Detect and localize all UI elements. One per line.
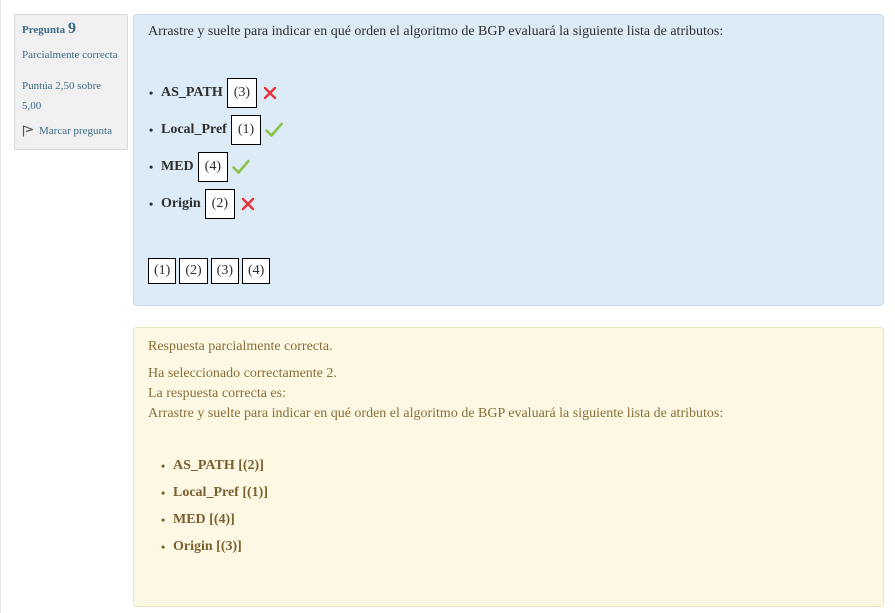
question-formulation: Arrastre y suelte para indicar en qué or…: [133, 14, 884, 306]
drag-choice-4[interactable]: (4): [241, 258, 271, 284]
flag-question-label: Marcar pregunta: [39, 125, 112, 137]
answer-text: Local_Pref [(1)]: [173, 485, 268, 500]
grade-line-2: 5,00: [22, 100, 42, 112]
question-page: Pregunta 9 Parcialmente correcta Puntúa …: [0, 0, 895, 613]
drag-choice-1[interactable]: (1): [148, 258, 177, 284]
feedback-summary: Respuesta parcialmente correcta.: [148, 339, 333, 354]
check-icon: [265, 121, 283, 139]
answer-text: MED [(4)]: [173, 512, 235, 527]
list-item-med: • MED (4): [149, 151, 283, 183]
question-word: Pregunta: [22, 24, 66, 36]
question-grade: Puntúa 2,50 sobre 5,00: [22, 76, 120, 116]
cross-icon: [239, 195, 257, 213]
answer-text: Origin [(3)]: [173, 539, 242, 554]
list-item: • AS_PATH [(2)]: [161, 458, 264, 473]
question-number: Pregunta 9: [22, 19, 120, 40]
answer-text: AS_PATH [(2)]: [173, 458, 264, 473]
grade-line-1: Puntúa 2,50 sobre: [22, 80, 102, 92]
bullet: •: [149, 159, 154, 174]
feedback-correct-intro: La respuesta correcta es:: [148, 386, 286, 401]
flag-icon: [22, 125, 34, 137]
list-item: • Local_Pref [(1)]: [161, 485, 268, 500]
bullet: •: [149, 85, 154, 100]
correct-answer-list: • AS_PATH [(2)] • Local_Pref [(1)] • MED [(…: [161, 455, 268, 563]
question-number-value: 9: [67, 20, 76, 37]
drag-choice-2[interactable]: (2): [179, 258, 208, 284]
list-item-origin: • Origin (2): [149, 188, 283, 220]
drag-choices: (1) (2) (3) (4): [148, 258, 273, 284]
question-info-panel: Pregunta 9 Parcialmente correcta Puntúa …: [14, 14, 128, 150]
list-item: • MED [(4)]: [161, 512, 235, 527]
list-item-as-path: • AS_PATH (3): [149, 77, 283, 109]
drop-zone[interactable]: (3): [226, 78, 258, 108]
drop-zone[interactable]: (4): [197, 152, 228, 182]
attribute-label: Local_Pref: [161, 122, 227, 137]
attribute-label: MED: [161, 159, 194, 174]
attribute-list: • AS_PATH (3) • Local_Pref (1) • MED (4): [149, 77, 283, 225]
check-icon: [232, 158, 250, 176]
drop-zone[interactable]: (2): [204, 189, 235, 219]
feedback-selected: Ha seleccionado correctamente 2.: [148, 366, 337, 381]
bullet: •: [149, 196, 154, 211]
list-item-local-pref: • Local_Pref (1): [149, 114, 283, 146]
drag-choice-3[interactable]: (3): [210, 258, 239, 284]
list-item: • Origin [(3)]: [161, 539, 242, 554]
bullet: •: [149, 122, 154, 137]
question-text: Arrastre y suelte para indicar en qué or…: [148, 24, 724, 39]
question-state: Parcialmente correcta: [22, 49, 118, 61]
cross-icon: [261, 84, 279, 102]
feedback-panel: Respuesta parcialmente correcta. Ha sele…: [133, 327, 884, 607]
feedback-question-text: Arrastre y suelte para indicar en qué or…: [148, 406, 724, 421]
attribute-label: AS_PATH: [161, 85, 223, 100]
attribute-label: Origin: [161, 196, 201, 211]
drop-zone[interactable]: (1): [230, 115, 262, 145]
flag-question-button[interactable]: Marcar pregunta: [22, 124, 120, 138]
